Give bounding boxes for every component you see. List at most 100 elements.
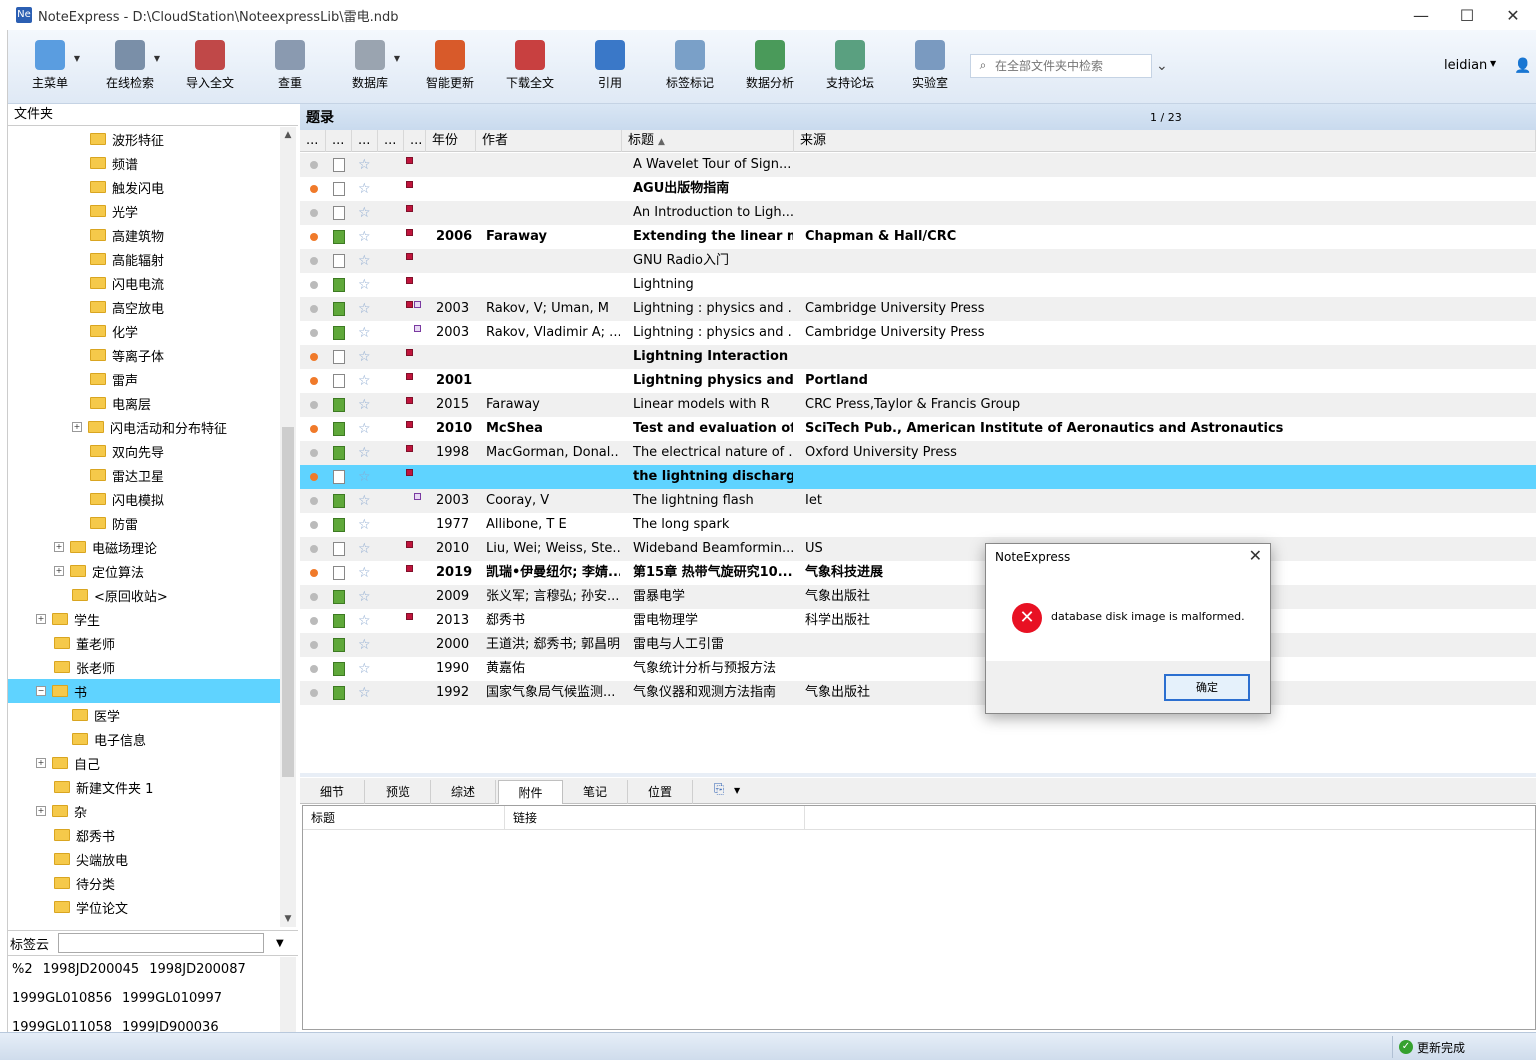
toolbar-dropdown-icon[interactable]: ▼: [154, 54, 160, 63]
table-row[interactable]: ☆ 1977 Allibone, T E The long spark: [300, 513, 1536, 537]
star-icon[interactable]: ☆: [358, 201, 371, 225]
star-icon[interactable]: ☆: [358, 537, 371, 561]
folder-item[interactable]: 待分类: [8, 871, 280, 895]
folder-item[interactable]: 新建文件夹 1: [8, 775, 280, 799]
expand-icon[interactable]: +: [36, 806, 46, 816]
toolbar-dropdown-icon[interactable]: ▼: [394, 54, 400, 63]
table-row[interactable]: ☆ 1990 黄嘉佑 气象统计分析与预报方法: [300, 657, 1536, 681]
folder-item[interactable]: 高能辐射: [8, 247, 280, 271]
folder-item[interactable]: + 闪电活动和分布特征: [8, 415, 280, 439]
table-row[interactable]: ☆ 2000 王道洪; 郄秀书; 郭昌明 雷电与人工引雷: [300, 633, 1536, 657]
folder-item[interactable]: 光学: [8, 199, 280, 223]
toolbar-button-3[interactable]: 查重: [252, 38, 328, 94]
expand-icon[interactable]: +: [54, 542, 64, 552]
star-icon[interactable]: ☆: [358, 225, 371, 249]
toolbar-button-4[interactable]: 数据库 ▼: [332, 38, 408, 94]
folder-item[interactable]: 等离子体: [8, 343, 280, 367]
toolbar-dropdown-icon[interactable]: ▼: [74, 54, 80, 63]
toolbar-button-9[interactable]: 数据分析: [732, 38, 808, 94]
column-header[interactable]: ...: [326, 130, 352, 152]
column-header[interactable]: ...: [352, 130, 378, 152]
folder-item[interactable]: + 杂: [8, 799, 280, 823]
user-avatar-icon[interactable]: 👤: [1514, 58, 1531, 74]
folder-item[interactable]: 郄秀书: [8, 823, 280, 847]
folder-item[interactable]: 电子信息: [8, 727, 280, 751]
folder-item[interactable]: − 书: [8, 679, 280, 703]
table-row[interactable]: ☆ 2003 Cooray, V The lightning flash Iet: [300, 489, 1536, 513]
table-row[interactable]: ☆ GNU Radio入门: [300, 249, 1536, 273]
table-row[interactable]: ☆ 2009 张义军; 言穆弘; 孙安... 雷暴电学 气象出版社: [300, 585, 1536, 609]
star-icon[interactable]: ☆: [358, 585, 371, 609]
star-icon[interactable]: ☆: [358, 681, 371, 705]
tab-0[interactable]: 细节: [300, 780, 365, 804]
table-row[interactable]: ☆ 1998 MacGorman, Donal... The electrical n…: [300, 441, 1536, 465]
table-row[interactable]: ☆ the lightning discharge: [300, 465, 1536, 489]
star-icon[interactable]: ☆: [358, 465, 371, 489]
toolbar-button-5[interactable]: 智能更新: [412, 38, 488, 94]
attachment-col-title[interactable]: 标题: [303, 806, 505, 830]
minimize-button[interactable]: —: [1398, 0, 1444, 30]
table-row[interactable]: ☆ A Wavelet Tour of Sign...: [300, 153, 1536, 177]
close-window-button[interactable]: ✕: [1490, 0, 1536, 30]
folder-item[interactable]: 雷声: [8, 367, 280, 391]
tag-item[interactable]: 1999GL010856: [12, 991, 112, 1006]
folder-item[interactable]: <原回收站>: [8, 583, 280, 607]
table-row[interactable]: ☆ Lightning Interaction wi: [300, 345, 1536, 369]
folder-item[interactable]: + 自己: [8, 751, 280, 775]
folder-item[interactable]: 化学: [8, 319, 280, 343]
search-box[interactable]: ⌕: [970, 54, 1152, 78]
folder-item[interactable]: 双向先导: [8, 439, 280, 463]
user-dropdown-icon[interactable]: ▼: [1490, 59, 1496, 68]
folder-item[interactable]: 频谱: [8, 151, 280, 175]
toolbar-button-1[interactable]: 在线检索 ▼: [92, 38, 168, 94]
tab-2[interactable]: 综述: [431, 780, 496, 804]
star-icon[interactable]: ☆: [358, 345, 371, 369]
toolbar-button-11[interactable]: 实验室: [892, 38, 968, 94]
star-icon[interactable]: ☆: [358, 657, 371, 681]
folder-tree-scrollbar[interactable]: ▲ ▼: [280, 127, 296, 927]
column-header[interactable]: 作者: [476, 130, 622, 152]
column-header[interactable]: 年份: [426, 130, 476, 152]
toolbar-button-2[interactable]: 导入全文: [172, 38, 248, 94]
table-row[interactable]: ☆ 2003 Rakov, V; Uman, M Lightning : physic…: [300, 297, 1536, 321]
star-icon[interactable]: ☆: [358, 297, 371, 321]
tag-item[interactable]: 1999GL010997: [122, 991, 222, 1006]
table-row[interactable]: ☆ 1992 国家气象局气候监测... 气象仪器和观测方法指南 气象出版社: [300, 681, 1536, 705]
folder-item[interactable]: 尖端放电: [8, 847, 280, 871]
attachment-col-link[interactable]: 链接: [505, 806, 805, 830]
table-row[interactable]: ☆ 2013 郄秀书 雷电物理学 科学出版社: [300, 609, 1536, 633]
tab-3[interactable]: 附件: [498, 780, 563, 804]
tag-item[interactable]: 1998JD200045: [43, 962, 140, 977]
table-row[interactable]: ☆ An Introduction to Ligh...: [300, 201, 1536, 225]
attachment-dropdown-icon[interactable]: ▼: [734, 786, 740, 795]
folder-item[interactable]: 张老师: [8, 655, 280, 679]
expand-icon[interactable]: +: [54, 566, 64, 576]
tagcloud-filter-input[interactable]: [58, 933, 264, 953]
folder-item[interactable]: 学位论文: [8, 895, 280, 919]
folder-item[interactable]: 电离层: [8, 391, 280, 415]
tag-item[interactable]: %2: [12, 962, 33, 977]
expand-icon[interactable]: +: [72, 422, 82, 432]
toolbar-button-7[interactable]: 引用: [572, 38, 648, 94]
tab-1[interactable]: 预览: [366, 780, 431, 804]
toolbar-button-10[interactable]: 支持论坛: [812, 38, 888, 94]
column-header[interactable]: ...: [404, 130, 426, 152]
scroll-thumb[interactable]: [282, 427, 294, 777]
tab-5[interactable]: 位置: [628, 780, 693, 804]
folder-item[interactable]: 闪电电流: [8, 271, 280, 295]
column-header[interactable]: ...: [378, 130, 404, 152]
folder-item[interactable]: 高建筑物: [8, 223, 280, 247]
search-input[interactable]: [995, 59, 1145, 73]
table-row[interactable]: ☆ AGU出版物指南: [300, 177, 1536, 201]
folder-item[interactable]: 雷达卫星: [8, 463, 280, 487]
folder-item[interactable]: 触发闪电: [8, 175, 280, 199]
attachment-clip-icon[interactable]: ⎘: [714, 782, 724, 797]
tab-4[interactable]: 笔记: [563, 780, 628, 804]
star-icon[interactable]: ☆: [358, 513, 371, 537]
table-row[interactable]: ☆ 2001 Lightning physics and li. Portland: [300, 369, 1536, 393]
star-icon[interactable]: ☆: [358, 321, 371, 345]
star-icon[interactable]: ☆: [358, 393, 371, 417]
folder-item[interactable]: 高空放电: [8, 295, 280, 319]
toolbar-button-8[interactable]: 标签标记: [652, 38, 728, 94]
table-row[interactable]: ☆ 2010 McShea Test and evaluation of a SciTe…: [300, 417, 1536, 441]
